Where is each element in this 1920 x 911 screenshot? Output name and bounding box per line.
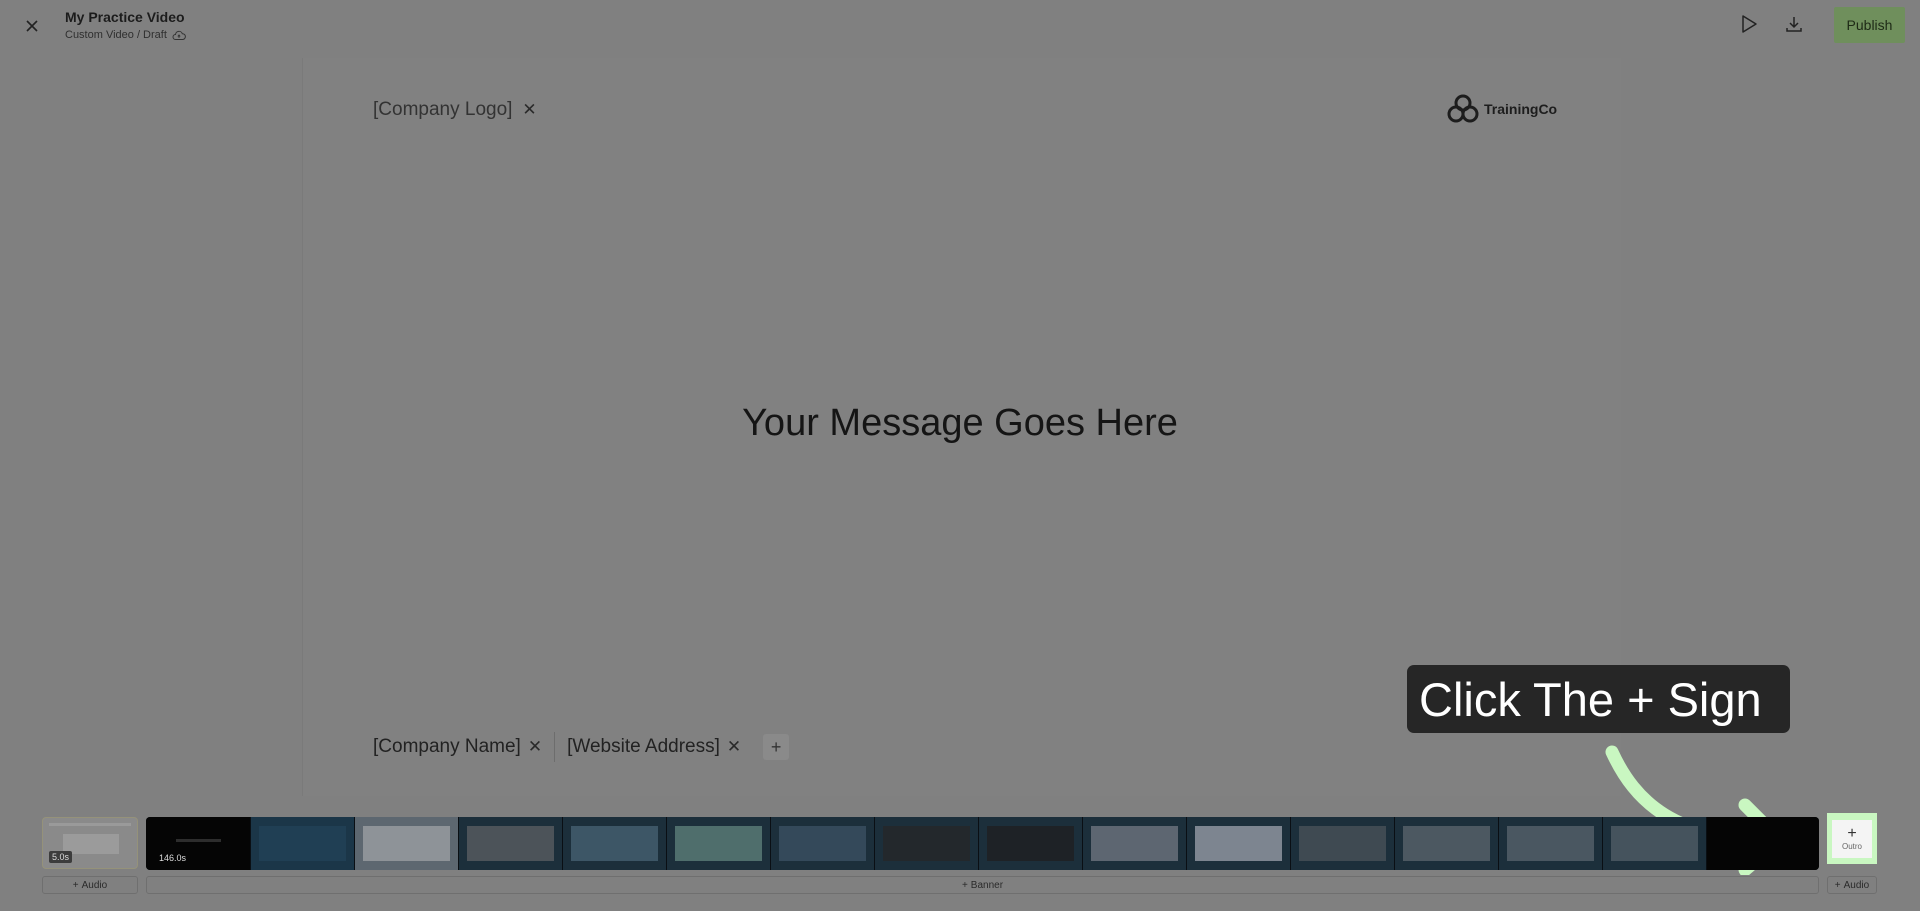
- clip-frame[interactable]: 146.0s: [146, 817, 251, 870]
- plus-icon: +: [72, 879, 79, 891]
- plus-icon: +: [1834, 879, 1841, 891]
- close-button[interactable]: [18, 12, 46, 40]
- status-text: Custom Video / Draft: [65, 29, 167, 41]
- plus-icon: +: [961, 879, 968, 891]
- video-status: Custom Video / Draft: [65, 29, 186, 41]
- trainingco-logo-icon: [1447, 94, 1479, 123]
- clip-frame[interactable]: [251, 817, 355, 870]
- main-clip-strip[interactable]: 146.0s: [146, 817, 1819, 870]
- brand-logo: TrainingCo: [1446, 92, 1557, 126]
- clip-frame[interactable]: [1707, 817, 1819, 870]
- brand-name: TrainingCo: [1484, 101, 1558, 117]
- clip-frame[interactable]: [1291, 817, 1395, 870]
- add-audio-right-button[interactable]: + Audio: [1827, 876, 1877, 894]
- add-banner-button[interactable]: + Banner: [146, 876, 1819, 894]
- clip-frame[interactable]: [1499, 817, 1603, 870]
- banner-row: [Company Name] ✕ [Website Address] ✕ +: [373, 732, 790, 762]
- clip-frame[interactable]: [875, 817, 979, 870]
- clip-frame[interactable]: [355, 817, 459, 870]
- add-outro-button[interactable]: + Outro: [1832, 819, 1872, 858]
- add-audio-label: Audio: [81, 879, 108, 891]
- download-icon: [1786, 17, 1802, 32]
- clip-frame[interactable]: [1187, 817, 1291, 870]
- download-button[interactable]: [1780, 10, 1808, 38]
- outro-highlight: + Outro: [1827, 813, 1877, 864]
- remove-company-name-icon[interactable]: ✕: [528, 737, 542, 757]
- add-audio-left-button[interactable]: + Audio: [42, 876, 138, 894]
- logo-placeholder-text: [Company Logo]: [373, 99, 513, 120]
- instruction-tooltip: Click The + Sign: [1407, 665, 1790, 733]
- tooltip-text: Click The + Sign: [1419, 672, 1762, 726]
- clip-frame[interactable]: [667, 817, 771, 870]
- website-address-field[interactable]: [Website Address]: [567, 736, 720, 758]
- plus-icon: +: [1847, 825, 1857, 842]
- video-title: My Practice Video: [65, 9, 185, 25]
- preview-button[interactable]: [1735, 10, 1763, 38]
- cloud-sync-icon: [172, 30, 186, 40]
- clip-frame[interactable]: [459, 817, 563, 870]
- add-banner-label: Banner: [970, 879, 1004, 891]
- company-logo-placeholder[interactable]: [Company Logo] ✕: [373, 99, 537, 121]
- divider: [554, 732, 556, 762]
- play-icon: [1742, 15, 1757, 33]
- main-duration: 146.0s: [159, 853, 187, 863]
- clip-frame[interactable]: [979, 817, 1083, 870]
- close-icon: [26, 20, 38, 32]
- message-text[interactable]: Your Message Goes Here: [600, 402, 1320, 445]
- clip-frame[interactable]: [1083, 817, 1187, 870]
- clip-frame[interactable]: [563, 817, 667, 870]
- intro-duration: 5.0s: [49, 851, 73, 863]
- clip-frame[interactable]: [1395, 817, 1499, 870]
- intro-clip[interactable]: 5.0s: [42, 817, 138, 869]
- clip-frame[interactable]: [1603, 817, 1707, 870]
- publish-button[interactable]: Publish: [1834, 7, 1905, 43]
- remove-website-icon[interactable]: ✕: [727, 737, 741, 757]
- company-name-field[interactable]: [Company Name]: [373, 736, 521, 758]
- add-banner-item-button[interactable]: +: [763, 734, 790, 760]
- clip-frame[interactable]: [771, 817, 875, 870]
- editor-header: My Practice Video Custom Video / Draft P…: [0, 0, 1920, 56]
- remove-logo-icon[interactable]: ✕: [522, 100, 536, 120]
- outro-label: Outro: [1841, 842, 1862, 851]
- add-audio-label: Audio: [1843, 879, 1870, 891]
